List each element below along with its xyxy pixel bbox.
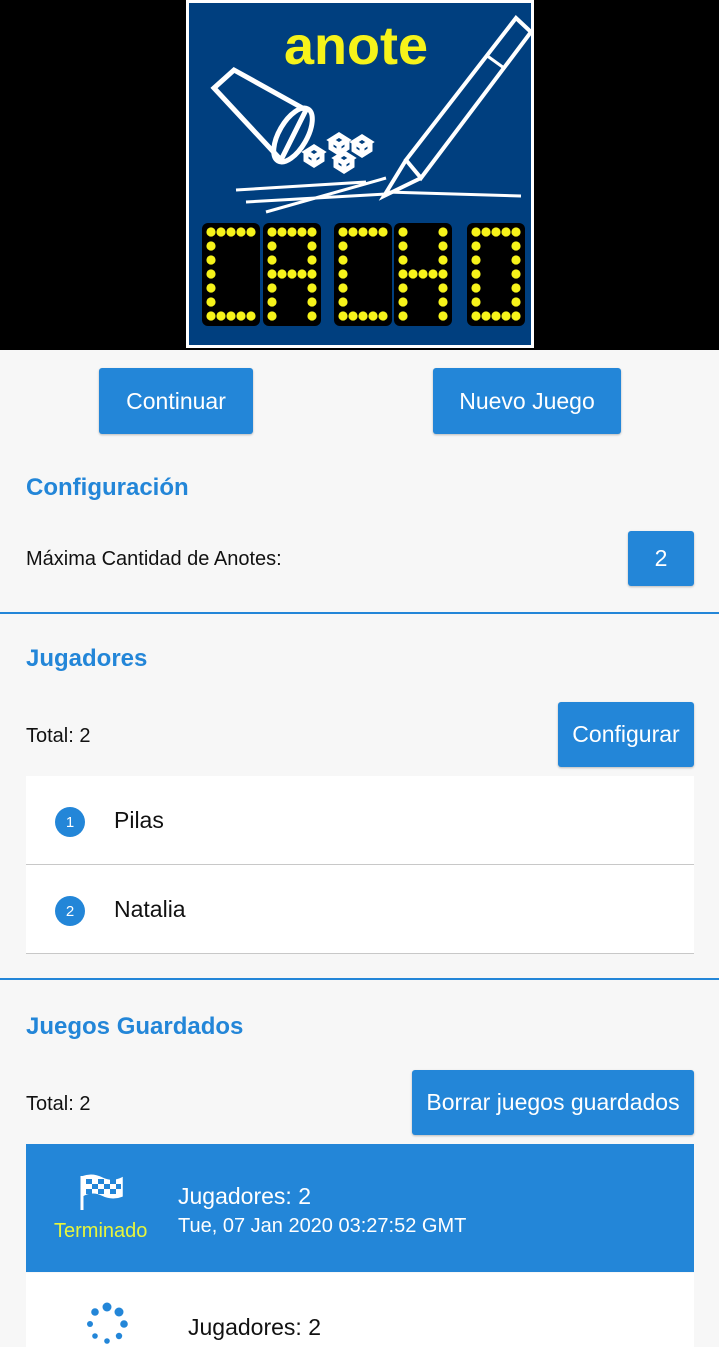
- players-total: Total: 2: [26, 725, 91, 747]
- config-section-title: Configuración: [26, 474, 189, 501]
- player-name: Pilas: [114, 807, 164, 833]
- header-banner: anote CACHO: [0, 0, 719, 350]
- continue-button[interactable]: Continuar: [99, 368, 253, 434]
- player-number-badge: 1: [55, 807, 85, 837]
- max-anotes-label: Máxima Cantidad de Anotes:: [26, 548, 282, 570]
- loading-spinner-icon: [87, 1302, 128, 1344]
- new-game-button[interactable]: Nuevo Juego: [433, 368, 621, 434]
- configure-players-button[interactable]: Configurar: [558, 702, 694, 767]
- game-players-count: Jugadores: 2: [188, 1314, 321, 1340]
- player-item[interactable]: 2 Natalia: [26, 865, 694, 954]
- checkered-flag-icon: [80, 1174, 123, 1210]
- game-date: Tue, 07 Jan 2020 03:27:52 GMT: [178, 1215, 467, 1237]
- player-item[interactable]: 1 Pilas: [26, 776, 694, 865]
- max-anotes-value-button[interactable]: 2: [628, 531, 694, 586]
- saved-game-item[interactable]: Terminado Jugadores: 2 Tue, 07 Jan 2020 …: [26, 1144, 694, 1272]
- saved-games-total: Total: 2: [26, 1093, 91, 1115]
- logo-word: anote: [284, 16, 428, 76]
- saved-games-section-title: Juegos Guardados: [26, 1013, 244, 1040]
- game-status: Terminado: [54, 1220, 148, 1242]
- section-divider: [0, 612, 719, 614]
- players-list: 1 Pilas 2 Natalia: [26, 776, 694, 954]
- app-logo: anote CACHO: [186, 0, 534, 348]
- player-name: Natalia: [114, 896, 186, 922]
- saved-game-item[interactable]: Jugadores: 2: [26, 1273, 694, 1347]
- section-divider: [0, 978, 719, 980]
- game-players-count: Jugadores: 2: [178, 1183, 311, 1209]
- players-section-title: Jugadores: [26, 645, 148, 672]
- delete-saved-games-button[interactable]: Borrar juegos guardados: [412, 1070, 694, 1135]
- player-number-badge: 2: [55, 896, 85, 926]
